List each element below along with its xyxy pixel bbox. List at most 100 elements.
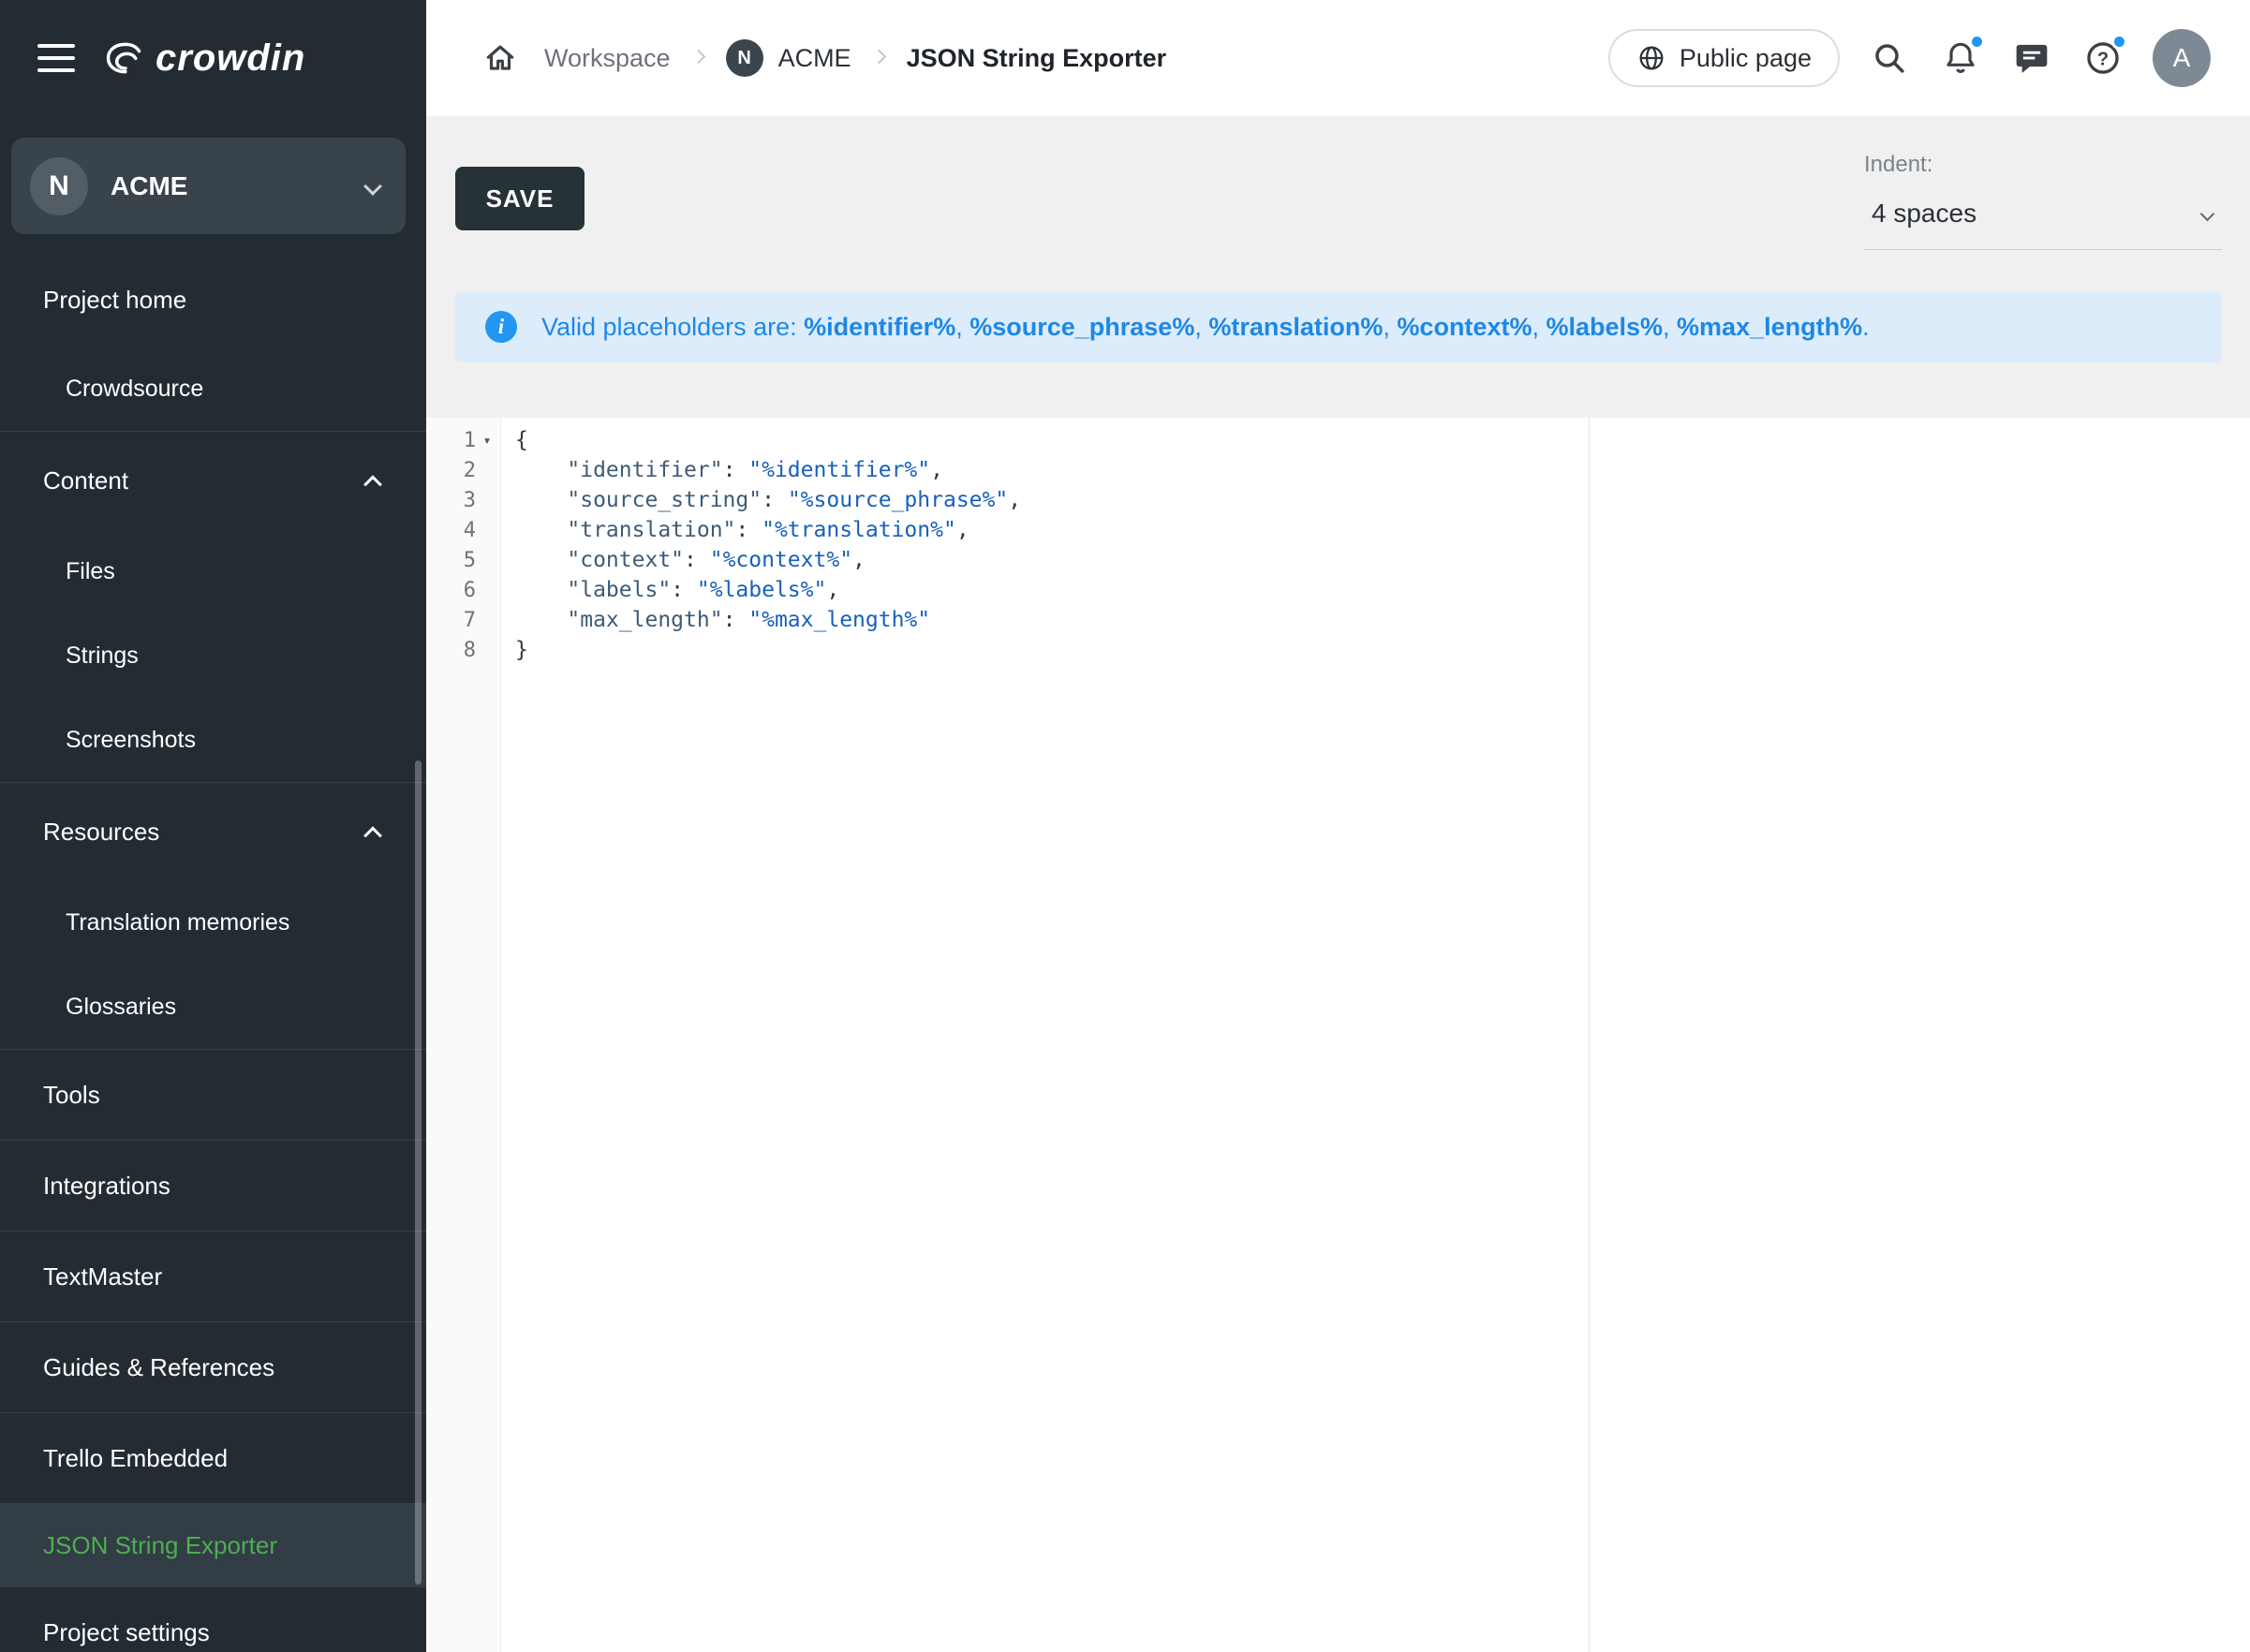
sidebar-item-integrations[interactable]: Integrations xyxy=(0,1141,426,1231)
sidebar-scrollbar[interactable] xyxy=(415,760,422,1585)
code-editor[interactable]: 1▾2▾3▾4▾5▾6▾7▾8▾ { "identifier": "%ident… xyxy=(426,418,2250,1652)
banner-text: Valid placeholders are: %identifier%, %s… xyxy=(541,313,1870,342)
sidebar-item-tools[interactable]: Tools xyxy=(0,1050,426,1140)
line-number[interactable]: 8▾ xyxy=(426,635,500,665)
crowdin-logo-text: crowdin xyxy=(155,37,305,80)
project-badge: N xyxy=(726,39,763,77)
editor-ruler xyxy=(1589,418,1590,1652)
sidebar-item-translation-memories[interactable]: Translation memories xyxy=(0,880,426,965)
indent-value: 4 spaces xyxy=(1872,199,1976,229)
notifications-bell-icon[interactable] xyxy=(1939,37,1982,80)
save-button[interactable]: SAVE xyxy=(455,167,585,230)
breadcrumb-workspace[interactable]: Workspace xyxy=(544,44,671,73)
sidebar-item-project-settings[interactable]: Project settings xyxy=(0,1587,426,1652)
sidebar-item-glossaries[interactable]: Glossaries xyxy=(0,965,426,1049)
notification-dot xyxy=(1969,34,1985,50)
sidebar-item-trello-embedded[interactable]: Trello Embedded xyxy=(0,1413,426,1503)
public-page-button[interactable]: Public page xyxy=(1608,29,1840,87)
fold-arrow-icon[interactable]: ▾ xyxy=(477,432,497,449)
chevron-up-icon xyxy=(363,475,382,494)
sidebar-item-label: Tools xyxy=(43,1081,100,1110)
sidebar-item-label: Project settings xyxy=(43,1618,210,1647)
sidebar-item-label: JSON String Exporter xyxy=(43,1531,277,1560)
org-avatar: N xyxy=(30,157,88,215)
sidebar-item-screenshots[interactable]: Screenshots xyxy=(0,698,426,782)
sidebar-item-textmaster[interactable]: TextMaster xyxy=(0,1232,426,1321)
chevron-down-icon xyxy=(2200,206,2215,221)
placeholder-token: %identifier% xyxy=(804,313,955,341)
sidebar-item-label: Trello Embedded xyxy=(43,1444,228,1473)
menu-icon[interactable] xyxy=(37,44,75,72)
sidebar-item-content[interactable]: Content xyxy=(0,432,426,529)
placeholder-token: %source_phrase% xyxy=(970,313,1194,341)
sidebar-item-label: Glossaries xyxy=(66,994,176,1021)
sidebar-nav: Project home Crowdsource Content Files Strin… xyxy=(0,253,426,1652)
sidebar-item-resources[interactable]: Resources xyxy=(0,783,426,880)
sidebar-item-strings[interactable]: Strings xyxy=(0,613,426,698)
code-line[interactable]: "identifier": "%identifier%", xyxy=(515,455,2250,485)
indent-label: Indent: xyxy=(1864,152,2222,178)
line-number[interactable]: 1▾ xyxy=(426,425,500,455)
sidebar-item-label: Translation memories xyxy=(66,909,289,937)
sidebar-item-label: Integrations xyxy=(43,1172,170,1201)
placeholder-token: %translation% xyxy=(1208,313,1383,341)
sidebar-item-label: Content xyxy=(43,466,128,495)
help-notification-dot xyxy=(2111,34,2127,50)
sidebar-item-label: Project home xyxy=(43,286,186,315)
info-icon: i xyxy=(485,311,517,343)
line-number[interactable]: 7▾ xyxy=(426,605,500,635)
main-area: Workspace N ACME JSON String Exporter Pu… xyxy=(426,0,2250,1652)
org-selector[interactable]: N ACME xyxy=(11,138,406,234)
globe-icon xyxy=(1636,43,1666,73)
sidebar-item-label: Screenshots xyxy=(66,727,196,754)
chevron-right-icon xyxy=(693,50,703,66)
chevron-down-icon xyxy=(363,177,382,196)
placeholder-token: %max_length% xyxy=(1677,313,1862,341)
home-icon[interactable] xyxy=(479,37,522,80)
help-icon[interactable]: ? xyxy=(2081,37,2124,80)
editor-gutter: 1▾2▾3▾4▾5▾6▾7▾8▾ xyxy=(426,418,501,1652)
code-line[interactable]: "source_string": "%source_phrase%", xyxy=(515,485,2250,515)
code-line[interactable]: "translation": "%translation%", xyxy=(515,515,2250,545)
line-number[interactable]: 2▾ xyxy=(426,455,500,485)
breadcrumb-project[interactable]: N ACME xyxy=(726,39,851,77)
sidebar-item-label: Strings xyxy=(66,642,139,670)
code-line[interactable]: { xyxy=(515,425,2250,455)
org-name: ACME xyxy=(111,171,366,201)
line-number[interactable]: 3▾ xyxy=(426,485,500,515)
indent-setting: Indent: 4 spaces xyxy=(1864,152,2222,250)
placeholder-token: %context% xyxy=(1397,313,1532,341)
line-number[interactable]: 4▾ xyxy=(426,515,500,545)
messages-icon[interactable] xyxy=(2010,37,2053,80)
svg-text:?: ? xyxy=(2097,49,2109,69)
sidebar-item-project-home[interactable]: Project home xyxy=(0,253,426,347)
placeholder-token: %labels% xyxy=(1546,313,1663,341)
header-actions: Public page xyxy=(1608,29,2211,87)
code-line[interactable]: } xyxy=(515,635,2250,665)
info-banner: i Valid placeholders are: %identifier%, … xyxy=(455,291,2222,362)
indent-select[interactable]: 4 spaces xyxy=(1864,195,2222,250)
sidebar-item-json-string-exporter[interactable]: JSON String Exporter xyxy=(0,1504,426,1586)
crowdin-logo[interactable]: crowdin xyxy=(101,37,305,80)
line-number[interactable]: 6▾ xyxy=(426,575,500,605)
crowdin-logo-icon xyxy=(101,37,146,79)
sidebar-header: crowdin xyxy=(0,0,426,116)
sidebar-item-files[interactable]: Files xyxy=(0,529,426,613)
code-line[interactable]: "context": "%context%", xyxy=(515,545,2250,575)
breadcrumb: Workspace N ACME JSON String Exporter xyxy=(479,37,1166,80)
search-icon[interactable] xyxy=(1868,37,1911,80)
sidebar-item-guides-references[interactable]: Guides & References xyxy=(0,1322,426,1412)
line-number[interactable]: 5▾ xyxy=(426,545,500,575)
editor-code[interactable]: { "identifier": "%identifier%", "source_… xyxy=(502,418,2250,1652)
public-page-label: Public page xyxy=(1680,44,1812,73)
user-avatar[interactable]: A xyxy=(2153,29,2211,87)
chevron-up-icon xyxy=(363,826,382,845)
code-line[interactable]: "max_length": "%max_length%" xyxy=(515,605,2250,635)
top-header: Workspace N ACME JSON String Exporter Pu… xyxy=(426,0,2250,116)
sidebar: crowdin N ACME Project home Crowdsource Co… xyxy=(0,0,426,1652)
page-title: JSON String Exporter xyxy=(907,44,1167,73)
sidebar-item-crowdsource[interactable]: Crowdsource xyxy=(0,347,426,431)
sidebar-item-label: TextMaster xyxy=(43,1262,162,1291)
code-line[interactable]: "labels": "%labels%", xyxy=(515,575,2250,605)
sidebar-item-label: Guides & References xyxy=(43,1353,274,1382)
